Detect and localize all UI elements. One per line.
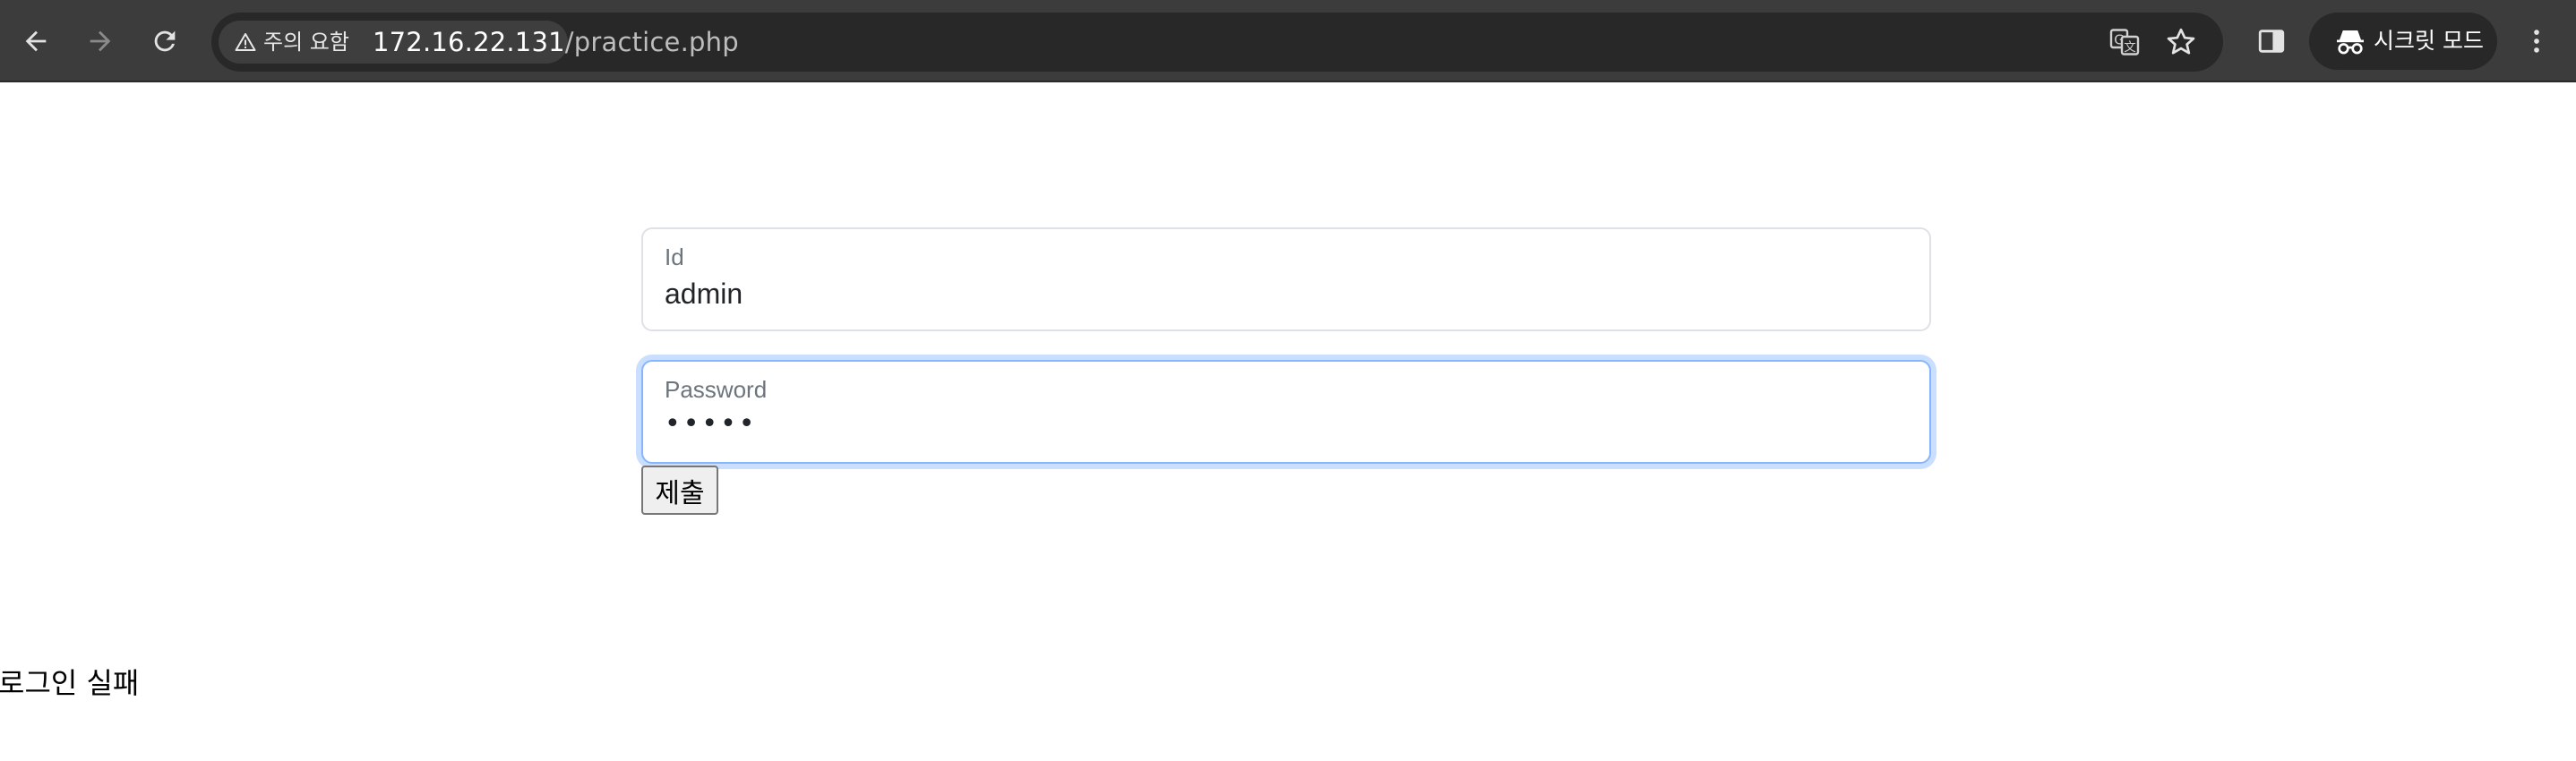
- incognito-label: 시크릿 모드: [2374, 28, 2484, 54]
- id-field[interactable]: Id admin: [641, 227, 1931, 331]
- incognito-indicator[interactable]: 시크릿 모드: [2309, 13, 2497, 70]
- address-bar[interactable]: 주의 요함 172.16.22.131/practice.php G 文: [211, 13, 2223, 72]
- side-panel-icon: [2258, 30, 2285, 53]
- login-result-message: 로그인 실패: [0, 666, 140, 700]
- browser-toolbar: 주의 요함 172.16.22.131/practice.php G 文 시크릿…: [0, 0, 2576, 82]
- id-field-label: Id: [665, 244, 684, 270]
- more-menu-button[interactable]: [2515, 20, 2558, 63]
- submit-button[interactable]: 제출: [641, 466, 718, 515]
- url-text[interactable]: 172.16.22.131/practice.php: [373, 13, 739, 72]
- reload-icon: [154, 30, 176, 52]
- more-menu-icon: [2534, 30, 2539, 53]
- forward-arrow-icon: [90, 30, 111, 52]
- back-arrow-icon: [25, 30, 47, 52]
- reload-button[interactable]: [143, 20, 186, 63]
- url-path: /practice.php: [564, 27, 739, 57]
- forward-button[interactable]: [79, 20, 122, 63]
- bookmark-star-icon[interactable]: [2165, 26, 2197, 58]
- warning-icon: [235, 33, 256, 51]
- side-panel-button[interactable]: [2250, 20, 2293, 63]
- svg-text:文: 文: [2124, 40, 2136, 55]
- password-field[interactable]: Password •••••: [641, 360, 1931, 464]
- password-field-label: Password: [665, 376, 768, 403]
- back-button[interactable]: [14, 20, 57, 63]
- security-chip-label: 주의 요함: [263, 30, 349, 55]
- incognito-icon: [2337, 30, 2364, 55]
- url-host: 172.16.22.131: [373, 27, 565, 57]
- translate-icon[interactable]: G 文: [2108, 26, 2141, 58]
- id-field-value: admin: [665, 278, 743, 310]
- password-field-value: •••••: [665, 408, 758, 440]
